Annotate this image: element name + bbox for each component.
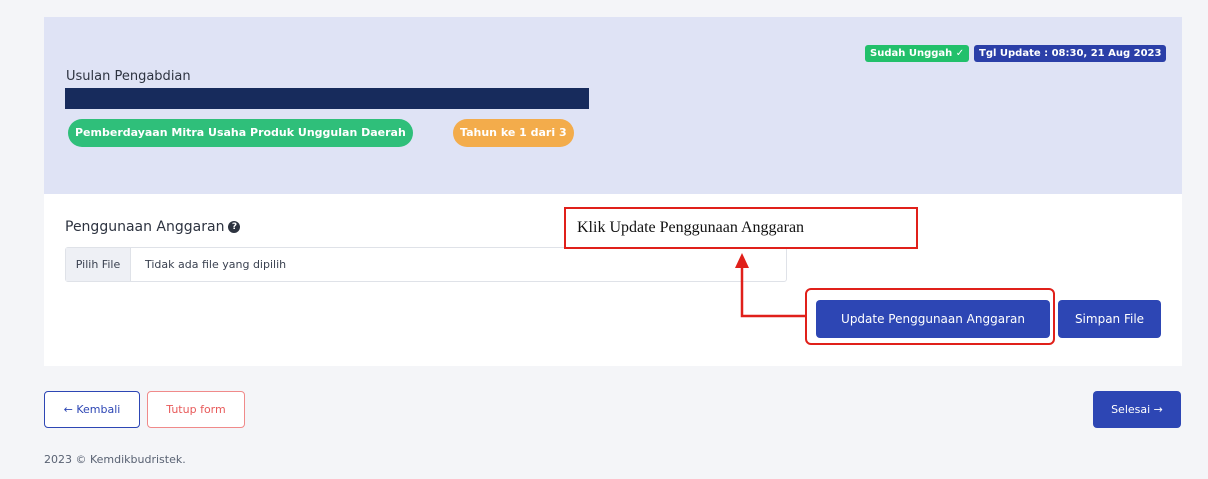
- copyright-text: 2023 © Kemdikbudristek.: [44, 453, 186, 466]
- update-date-badge: Tgl Update : 08:30, 21 Aug 2023: [974, 45, 1167, 62]
- finish-button[interactable]: Selesai →: [1093, 391, 1181, 428]
- footer: 2023 © Kemdikbudristek.: [0, 430, 1208, 479]
- uploaded-status-badge: Sudah Unggah ✓: [865, 45, 970, 62]
- save-file-button[interactable]: Simpan File: [1058, 300, 1161, 338]
- question-circle-icon[interactable]: ?: [228, 221, 241, 233]
- back-button[interactable]: ← Kembali: [44, 391, 140, 428]
- choose-file-button[interactable]: Pilih File: [66, 248, 131, 281]
- scheme-badge: Pemberdayaan Mitra Usaha Produk Unggulan…: [68, 119, 413, 147]
- year-badge: Tahun ke 1 dari 3: [453, 119, 574, 147]
- budget-file-input[interactable]: Pilih File Tidak ada file yang dipilih: [65, 247, 787, 282]
- budget-usage-label: Penggunaan Anggaran?: [65, 219, 241, 235]
- close-form-button[interactable]: Tutup form: [147, 391, 245, 428]
- callout-annotation: Klik Update Penggunaan Anggaran: [564, 207, 918, 249]
- highlight-annotation: [805, 288, 1055, 345]
- budget-usage-label-text: Penggunaan Anggaran: [65, 219, 225, 235]
- proposal-header: Sudah Unggah ✓ Tgl Update : 08:30, 21 Au…: [44, 17, 1182, 194]
- redacted-title-bar: [65, 88, 589, 109]
- file-status-text: Tidak ada file yang dipilih: [145, 258, 287, 271]
- proposal-type-label: Usulan Pengabdian: [66, 69, 191, 84]
